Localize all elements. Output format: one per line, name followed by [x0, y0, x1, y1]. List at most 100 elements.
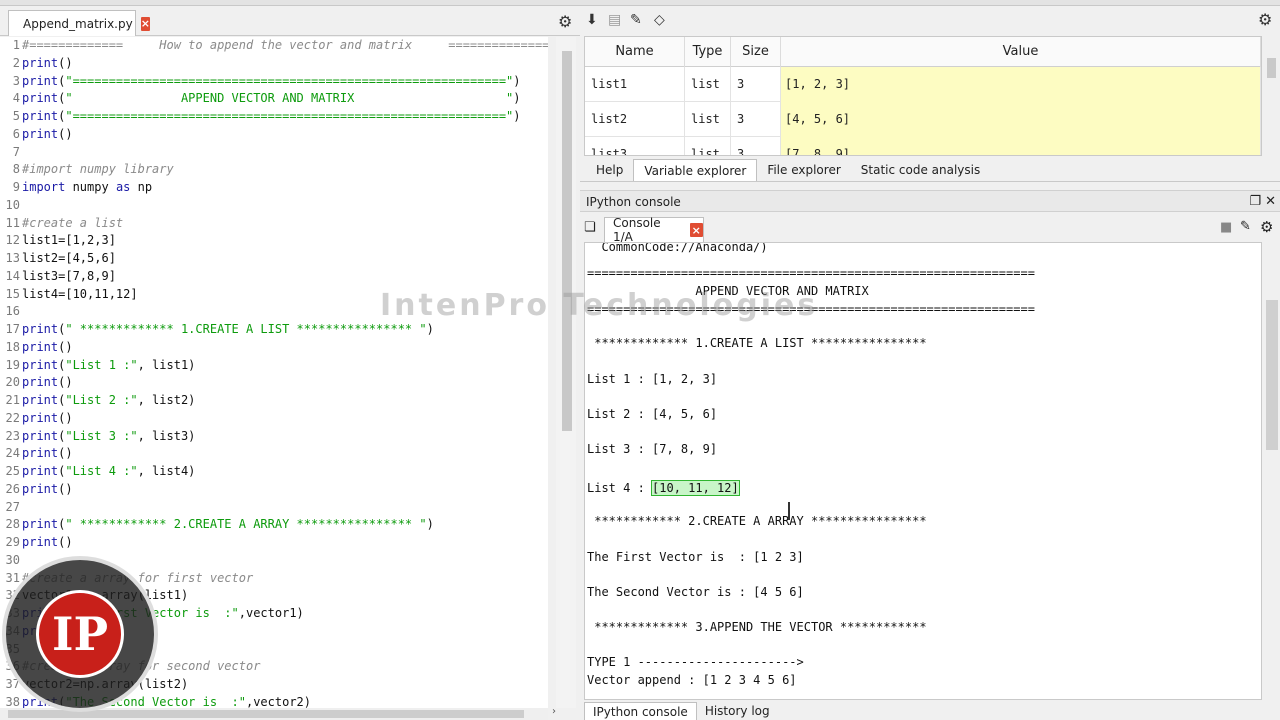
code-line[interactable]: 10	[0, 197, 548, 215]
line-number: 26	[5, 481, 20, 496]
line-number: 5	[12, 109, 20, 123]
variable-size-cell: 3	[731, 102, 781, 137]
brand-logo: IP	[2, 556, 158, 712]
close-icon[interactable]: ×	[689, 223, 703, 237]
code-line[interactable]: 11 #create a list	[0, 215, 548, 233]
watermark-text: IntenPro Technologies	[380, 288, 819, 323]
code-line[interactable]: 22 print()	[0, 410, 548, 428]
code-token: print	[22, 464, 59, 478]
code-token: print	[22, 126, 59, 141]
code-line[interactable]: 6 print()	[0, 126, 548, 144]
code-line[interactable]: 17 print(" ************* 1.CREATE A LIST …	[0, 321, 548, 339]
code-line[interactable]: 21 print("List 2 :", list2)	[0, 392, 548, 410]
console-text: List 4 :	[587, 481, 653, 495]
code-line[interactable]: 8 #import numpy library	[0, 161, 548, 179]
line-number: 17	[5, 322, 20, 336]
code-line[interactable]: 20 print()	[0, 374, 548, 392]
code-line[interactable]: 24 print()	[0, 445, 548, 463]
gear-icon[interactable]: ⚙	[1260, 218, 1273, 236]
gear-icon[interactable]: ⚙	[1258, 10, 1272, 29]
code-token: print	[22, 481, 59, 496]
line-number: 2	[12, 55, 20, 70]
code-line[interactable]: 13 list2=[4,5,6]	[0, 250, 548, 268]
code-line[interactable]: 3 print("================================…	[0, 73, 548, 91]
code-line[interactable]: 7	[0, 144, 548, 162]
code-token: )	[513, 91, 521, 106]
code-token: ()	[58, 375, 73, 390]
variable-scroll-thumb[interactable]	[1267, 58, 1276, 78]
code-line[interactable]: 23 print("List 3 :", list3)	[0, 428, 548, 446]
code-token: list4=[10,11,12]	[22, 286, 138, 301]
code-token: print	[22, 375, 59, 390]
tab-history-log[interactable]: History log	[697, 702, 778, 720]
variable-name-cell: list3	[585, 137, 685, 155]
code-line[interactable]: 25 print("List 4 :", list4)	[0, 463, 548, 481]
tab-help[interactable]: Help	[586, 159, 633, 181]
line-number: 28	[5, 517, 20, 532]
code-line[interactable]: 2 print()	[0, 55, 548, 73]
code-line[interactable]: 28 print(" ************ 2.CREATE A ARRAY …	[0, 516, 548, 534]
import-data-icon[interactable]: ⬇	[586, 12, 598, 28]
code-line[interactable]: 26 print()	[0, 481, 548, 499]
line-number: 20	[5, 375, 20, 390]
tab-static-code-analysis[interactable]: Static code analysis	[851, 159, 990, 181]
eraser-icon[interactable]: ✎	[1240, 219, 1251, 234]
code-token: print	[22, 428, 59, 443]
column-header-value[interactable]: Value	[781, 37, 1261, 67]
eraser-icon[interactable]: ◇	[654, 12, 665, 28]
logo-mark: IP	[36, 590, 124, 678]
scroll-right-arrow-icon[interactable]: ›	[552, 706, 556, 717]
code-token: list1=[1,2,3]	[22, 233, 116, 248]
console-tab[interactable]: Console 1/A ×	[604, 216, 704, 244]
console-line: CommonCode://Anaconda/)	[587, 242, 768, 254]
variable-row[interactable]: list2 list 3 [4, 5, 6]	[585, 102, 1261, 137]
close-icon[interactable]: ×	[140, 16, 150, 31]
code-token: print	[22, 535, 59, 549]
code-line[interactable]: 27	[0, 499, 548, 517]
code-line[interactable]: 5 print("================================…	[0, 108, 548, 126]
code-token: #create a list	[22, 215, 124, 230]
tab-variable-explorer[interactable]: Variable explorer	[633, 159, 758, 181]
code-token: print	[22, 517, 59, 532]
gear-icon[interactable]: ⚙	[558, 12, 572, 31]
new-console-icon[interactable]: ❏	[584, 220, 596, 235]
code-token: #============= How to append the vector …	[22, 38, 548, 52]
console-title-bar: IPython console ❐ ✕	[580, 190, 1280, 212]
column-header-name[interactable]: Name	[585, 37, 685, 67]
column-header-type[interactable]: Type	[685, 37, 731, 67]
code-line[interactable]: 19 print("List 1 :", list1)	[0, 357, 548, 375]
code-line[interactable]: 12 list1=[1,2,3]	[0, 232, 548, 250]
variable-value-cell: [7, 8, 9]	[781, 137, 1261, 155]
code-token: " ************ 2.CREATE A ARRAY ********…	[65, 517, 427, 532]
code-line[interactable]: 29 print()	[0, 534, 548, 552]
stop-icon[interactable]: ■	[1220, 220, 1232, 235]
variable-vertical-scrollbar[interactable]	[1264, 36, 1278, 156]
column-header-size[interactable]: Size	[731, 37, 781, 67]
code-line[interactable]: 18 print()	[0, 339, 548, 357]
code-token: ()	[58, 410, 73, 425]
console-line: The First Vector is : [1 2 3]	[587, 550, 804, 564]
console-scroll-thumb[interactable]	[1266, 300, 1278, 450]
editor-tab-append-matrix[interactable]: Append_matrix.py ×	[8, 10, 150, 36]
line-number: 3	[12, 73, 20, 88]
editor-scroll-thumb[interactable]	[562, 51, 572, 431]
tab-ipython-console[interactable]: IPython console	[584, 702, 697, 720]
variable-size-cell: 3	[731, 137, 781, 155]
variable-table: Name Type Size Value list1 list 3 [1, 2, 3]…	[584, 36, 1262, 156]
code-token: "=======================================…	[65, 73, 514, 88]
code-line[interactable]: 1 #============= How to append the vector…	[0, 37, 548, 55]
save-as-icon[interactable]: ✎	[630, 12, 642, 28]
variable-row[interactable]: list1 list 3 [1, 2, 3]	[585, 67, 1261, 102]
code-token: import	[22, 180, 66, 194]
tab-file-explorer[interactable]: File explorer	[757, 159, 850, 181]
save-data-icon[interactable]: ▤	[608, 12, 621, 28]
undock-icon[interactable]: ❐ ✕	[1249, 191, 1276, 213]
code-line[interactable]: 4 print(" APPEND VECTOR AND MATRIX ")	[0, 90, 548, 108]
variable-type-cell: list	[685, 102, 731, 137]
line-number: 25	[5, 464, 20, 478]
variable-row[interactable]: list3 list 3 [7, 8, 9]	[585, 137, 1261, 155]
code-line[interactable]: 14 list3=[7,8,9]	[0, 268, 548, 286]
line-number: 10	[5, 197, 20, 212]
code-line[interactable]: 9 import numpy as np	[0, 179, 548, 197]
console-line: List 3 : [7, 8, 9]	[587, 442, 718, 456]
